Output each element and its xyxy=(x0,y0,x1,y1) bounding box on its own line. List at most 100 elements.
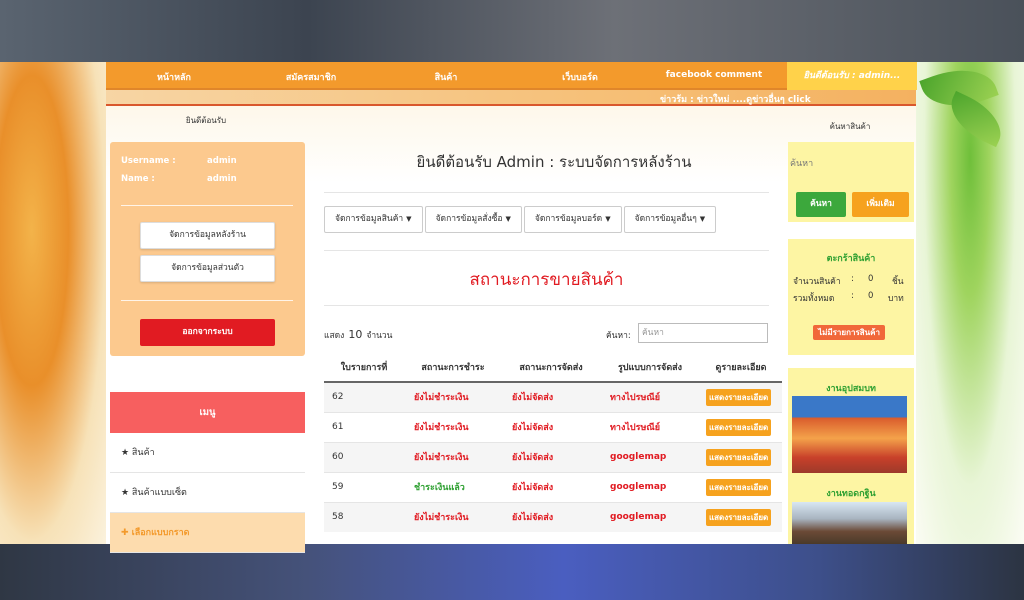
cart-panel: ตะกร้าสินค้า จำนวนสินค้า : 0 ชิ้น รวมทั้… xyxy=(788,239,914,355)
col-detail[interactable]: ดูรายละเอียด xyxy=(700,352,782,383)
shipping-method-cell: ทางไปรษณีย์ xyxy=(600,411,700,442)
gallery-panel: งานอุปสมบท งานทอดกฐิน xyxy=(788,368,914,544)
shipping-status-cell: ยังไม่จัดส่ง xyxy=(502,411,600,442)
shipping-method-cell: googlemap xyxy=(600,471,700,502)
cart-qty-label: จำนวนสินค้า xyxy=(793,277,841,287)
username-label: Username : xyxy=(121,156,176,166)
nav-facebook-comment[interactable]: facebook comment xyxy=(662,70,766,80)
dropdown-orders[interactable]: จัดการข้อมูลสั่งซื้อ ▼ xyxy=(424,206,522,233)
col-shipping-method[interactable]: รูปแบบการจัดส่ง xyxy=(600,352,700,383)
gallery-title-kathin[interactable]: งานทอดกฐิน xyxy=(788,486,914,500)
background-top xyxy=(0,0,1024,62)
show-detail-button[interactable]: แสดงรายละเอียด xyxy=(706,478,772,496)
kathin-photo[interactable] xyxy=(792,502,907,544)
menu-item-products[interactable]: ★ สินค้า xyxy=(110,433,305,473)
cart-empty-button[interactable]: ไม่มีรายการสินค้า xyxy=(813,325,885,340)
show-detail-button[interactable]: แสดงรายละเอียด xyxy=(706,508,772,526)
shipping-status-cell: ยังไม่จัดส่ง xyxy=(502,381,600,412)
section-title: สถานะการขายสินค้า xyxy=(469,270,624,290)
dropdown-label: จัดการข้อมูลสินค้า xyxy=(335,214,404,224)
show-detail-button[interactable]: แสดงรายละเอียด xyxy=(706,418,772,436)
search-button[interactable]: ค้นหา xyxy=(796,192,846,217)
table-search-input[interactable]: ค้นหา xyxy=(638,323,768,343)
dropdown-label: จัดการข้อมูลบอร์ด xyxy=(534,214,603,224)
table-search-label: ค้นหา: xyxy=(606,331,631,341)
user-info-panel: Username : admin Name : admin จัดการข้อม… xyxy=(110,142,305,356)
background-leaves-image xyxy=(916,57,1024,544)
news-ticker: ข่าวร้ม : ข่าวใหม่ ....ดูข่าวอื่นๆ click xyxy=(106,90,916,106)
order-id-cell: 58 xyxy=(324,501,404,532)
top-nav: หน้าหลัก สมัครสมาชิก สินค้า เว็บบอร์ด fa… xyxy=(106,62,917,90)
cart-total-label: รวมทั้งหมด xyxy=(793,294,835,304)
nav-products[interactable]: สินค้า xyxy=(406,70,486,84)
show-detail-button[interactable]: แสดงรายละเอียด xyxy=(706,448,772,466)
dropdown-board[interactable]: จัดการข้อมูลบอร์ด ▼ xyxy=(523,206,622,233)
order-id-cell: 61 xyxy=(324,411,404,442)
product-search-heading: ค้นหาสินค้า xyxy=(829,122,871,131)
nav-welcome-admin[interactable]: ยินดีต้อนรับ : admin... xyxy=(787,62,917,90)
divider xyxy=(121,205,293,206)
shipping-method-cell: googlemap xyxy=(600,441,700,472)
manage-backend-button[interactable]: จัดการข้อมูลหลังร้าน xyxy=(140,222,275,249)
ordination-photo[interactable] xyxy=(792,396,907,473)
menu-item-product-sets[interactable]: ★ สินค้าแบบเซ็ต xyxy=(110,473,305,513)
cart-total-unit: บาท xyxy=(888,294,904,304)
table-row: 62 ยังไม่ชำระเงิน ยังไม่จัดส่ง ทางไปรษณีย์ แ… xyxy=(324,381,782,412)
cart-qty-unit: ชิ้น xyxy=(892,277,904,287)
payment-status-cell: ชำระเงินแล้ว xyxy=(404,471,502,502)
nav-home[interactable]: หน้าหลัก xyxy=(134,70,214,84)
nav-register[interactable]: สมัครสมาชิก xyxy=(266,70,356,84)
shipping-status-cell: ยังไม่จัดส่ง xyxy=(502,441,600,472)
show-detail-button[interactable]: แสดงรายละเอียด xyxy=(706,388,772,406)
cart-title: ตะกร้าสินค้า xyxy=(826,254,876,264)
manage-personal-button[interactable]: จัดการข้อมูลส่วนตัว xyxy=(140,255,275,282)
colon: : xyxy=(851,291,854,301)
product-search-panel: ค้นหา ค้นหา เพิ่มเติม xyxy=(788,142,914,222)
shipping-method-cell: ทางไปรษณีย์ xyxy=(600,381,700,412)
gallery-title-ordination[interactable]: งานอุปสมบท xyxy=(788,381,914,395)
background-buddha-image xyxy=(0,62,106,544)
col-order-id[interactable]: ใบรายการที่ xyxy=(324,352,404,383)
caret-down-icon: ▼ xyxy=(406,215,412,223)
news-text[interactable]: ข่าวร้ม : ข่าวใหม่ ....ดูข่าวอื่นๆ click xyxy=(660,92,811,106)
col-shipping-status[interactable]: สถานะการจัดส่ง xyxy=(502,352,600,383)
table-row: 60 ยังไม่ชำระเงิน ยังไม่จัดส่ง googlemap แสด… xyxy=(324,441,782,472)
detail-cell: แสดงรายละเอียด xyxy=(700,471,782,502)
detail-cell: แสดงรายละเอียด xyxy=(700,441,782,472)
product-search-input[interactable]: ค้นหา xyxy=(788,150,914,175)
orders-table: ใบรายการที่ สถานะการชำระ สถานะการจัดส่ง … xyxy=(324,352,782,532)
col-payment-status[interactable]: สถานะการชำระ xyxy=(404,352,502,383)
divider xyxy=(324,305,769,306)
dropdown-products[interactable]: จัดการข้อมูลสินค้า ▼ xyxy=(324,206,423,233)
colon: : xyxy=(851,274,854,284)
table-row: 58 ยังไม่ชำระเงิน ยังไม่จัดส่ง googlemap แสด… xyxy=(324,501,782,532)
name-label: Name : xyxy=(121,174,155,184)
dropdown-others[interactable]: จัดการข้อมูลอื่นๆ ▼ xyxy=(623,206,717,233)
page-container: หน้าหลัก สมัครสมาชิก สินค้า เว็บบอร์ด fa… xyxy=(106,62,917,553)
detail-cell: แสดงรายละเอียด xyxy=(700,501,782,532)
payment-status-cell: ยังไม่ชำระเงิน xyxy=(404,411,502,442)
page-title: ยินดีต้อนรับ Admin : ระบบจัดการหลังร้าน xyxy=(416,153,692,171)
detail-cell: แสดงรายละเอียด xyxy=(700,381,782,412)
caret-down-icon: ▼ xyxy=(699,215,706,223)
page-length-select[interactable]: 10 xyxy=(348,328,362,341)
table-row: 61 ยังไม่ชำระเงิน ยังไม่จัดส่ง ทางไปรษณีย์ แ… xyxy=(324,411,782,442)
show-unit: จำนวน xyxy=(366,331,393,341)
divider xyxy=(121,300,293,301)
cart-total-value: 0 xyxy=(868,291,874,301)
divider xyxy=(324,192,769,193)
menu-title: เมนู xyxy=(110,392,305,433)
username-value: admin xyxy=(207,156,237,166)
caret-down-icon: ▼ xyxy=(505,215,511,223)
nav-webboard[interactable]: เว็บบอร์ด xyxy=(536,70,624,84)
menu-item-select-pattern[interactable]: ✚ เลือกแบบกราด xyxy=(110,513,305,553)
more-button[interactable]: เพิ่มเติม xyxy=(852,192,909,217)
payment-status-cell: ยังไม่ชำระเงิน xyxy=(404,501,502,532)
shipping-status-cell: ยังไม่จัดส่ง xyxy=(502,501,600,532)
logout-button[interactable]: ออกจากระบบ xyxy=(140,319,275,346)
payment-status-cell: ยังไม่ชำระเงิน xyxy=(404,441,502,472)
divider xyxy=(324,250,769,251)
shipping-method-cell: googlemap xyxy=(600,501,700,532)
detail-cell: แสดงรายละเอียด xyxy=(700,411,782,442)
cart-qty-value: 0 xyxy=(868,274,874,284)
